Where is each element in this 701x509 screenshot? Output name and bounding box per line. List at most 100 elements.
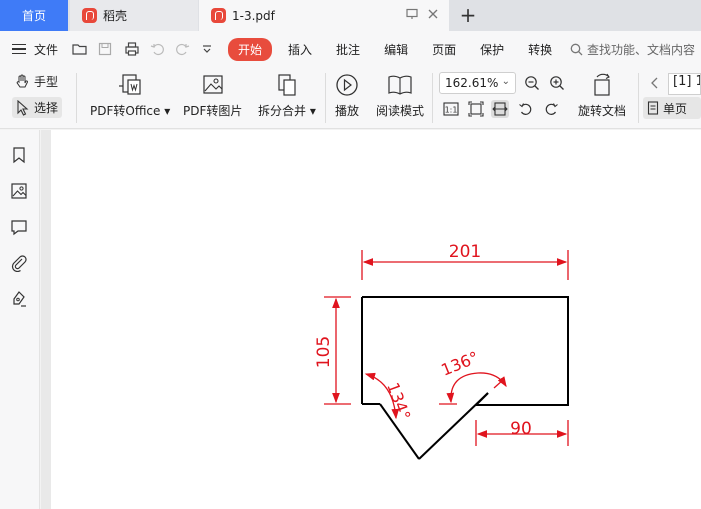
ribbon-divider [432, 73, 433, 123]
file-menu[interactable]: 文件 [34, 41, 58, 58]
previous-page-button[interactable] [646, 74, 664, 92]
chevron-left-icon [651, 77, 658, 89]
select-tool-button[interactable]: 选择 [12, 97, 63, 118]
tab-daoke-label: 稻壳 [103, 9, 128, 23]
fit-page-button[interactable] [467, 100, 485, 118]
angle-label-136: 136° [438, 348, 481, 380]
fit-page-icon [468, 101, 484, 117]
dim-label-90: 90 [510, 419, 532, 439]
left-sidebar [0, 130, 40, 509]
ribbon-divider [638, 73, 639, 123]
pdf-file-icon [211, 8, 226, 23]
close-tab-icon[interactable] [427, 8, 439, 24]
daoke-logo-icon [82, 8, 97, 23]
hand-tool-button[interactable]: 手型 [14, 73, 58, 90]
ribbon-divider [76, 73, 77, 123]
play-label: 播放 [334, 104, 359, 118]
tab-bar: 首页 稻壳 1-3.pdf + [0, 0, 701, 31]
actual-size-button[interactable]: 1:1 [442, 100, 460, 118]
tab-home-label: 首页 [21, 9, 46, 23]
redo-icon[interactable] [176, 42, 192, 56]
menu-protect[interactable]: 保护 [468, 41, 516, 58]
split-merge-icon [278, 74, 296, 96]
ribbon-toolbar: 手型 选择 PDF转Office ▾ PDF转图片 拆分合并 ▾ 播放 阅读模式… [0, 67, 701, 129]
open-folder-icon[interactable] [72, 42, 88, 56]
comment-icon[interactable] [10, 218, 28, 236]
split-merge-label: 拆分合并 ▾ [258, 104, 316, 118]
actual-size-icon: 1:1 [443, 102, 459, 116]
rotate-right-button[interactable] [542, 100, 560, 118]
fit-width-button[interactable] [491, 100, 509, 118]
quick-access-dropdown-icon[interactable] [202, 42, 218, 56]
signature-pen-icon[interactable] [10, 290, 28, 308]
undo-icon[interactable] [150, 42, 166, 56]
book-icon [388, 75, 412, 95]
single-page-icon [647, 101, 659, 115]
search-icon [570, 43, 583, 55]
zoom-out-button[interactable] [523, 74, 541, 92]
technical-drawing: 201 105 90 134° 136° [314, 242, 569, 460]
bookmark-icon[interactable] [10, 146, 28, 164]
pdf-to-office-text: PDF转Office [90, 104, 161, 118]
save-icon[interactable] [98, 42, 114, 56]
fit-width-icon [492, 102, 508, 116]
menu-annotate[interactable]: 批注 [324, 41, 372, 58]
single-page-button[interactable]: 单页 [643, 97, 701, 119]
hand-icon [16, 74, 28, 87]
page-number-input[interactable]: [1] 1 [668, 73, 701, 95]
search-box[interactable]: 查找功能、文档内容 [570, 41, 701, 58]
play-icon [336, 74, 358, 96]
rotate-document-label: 旋转文档 [578, 104, 627, 118]
tab-daoke[interactable]: 稻壳 [70, 0, 198, 31]
pdf-to-image-icon [203, 75, 223, 94]
dim-label-201: 201 [449, 242, 481, 262]
pdf-to-image-button[interactable]: PDF转图片 [183, 72, 242, 119]
chevron-down-icon: ⌄ [501, 76, 510, 87]
dimension-annotations [324, 250, 569, 446]
split-merge-text: 拆分合并 [258, 104, 307, 118]
tab-pdf-document[interactable]: 1-3.pdf [199, 0, 449, 31]
rotate-left-button[interactable] [517, 100, 535, 118]
cursor-arrow-icon [17, 99, 29, 116]
hand-tool-label: 手型 [34, 75, 59, 89]
menu-convert[interactable]: 转换 [516, 41, 564, 58]
hamburger-menu-icon[interactable] [12, 44, 26, 54]
menu-start[interactable]: 开始 [228, 37, 273, 61]
split-merge-button[interactable]: 拆分合并 ▾ [258, 72, 316, 119]
zoom-out-icon [525, 76, 539, 90]
play-button[interactable]: 播放 [334, 72, 360, 119]
select-tool-label: 选择 [34, 101, 59, 115]
menu-page[interactable]: 页面 [420, 41, 468, 58]
print-icon[interactable] [124, 42, 140, 56]
read-mode-label: 阅读模式 [376, 104, 425, 118]
part-outline [361, 296, 569, 460]
zoom-in-button[interactable] [548, 74, 566, 92]
ribbon-divider [325, 73, 326, 123]
new-tab-button[interactable]: + [458, 4, 478, 26]
pin-screen-icon[interactable] [406, 8, 418, 24]
menu-insert[interactable]: 插入 [276, 41, 324, 58]
rotate-right-icon [545, 103, 558, 115]
thumbnail-image-icon[interactable] [10, 182, 28, 200]
zoom-level-value: 162.61% [445, 76, 499, 90]
zoom-level-select[interactable]: 162.61% ⌄ [439, 72, 516, 94]
dim-label-105: 105 [314, 336, 334, 368]
attachment-paperclip-icon[interactable] [10, 254, 28, 273]
pdf-page: 201 105 90 134° 136° [51, 130, 701, 509]
tab-home[interactable]: 首页 [0, 0, 68, 31]
read-mode-button[interactable]: 阅读模式 [376, 72, 424, 119]
pdf-to-office-label: PDF转Office ▾ [90, 104, 171, 118]
rotate-document-button[interactable]: 旋转文档 [578, 72, 626, 119]
zoom-in-icon [550, 76, 564, 90]
menu-bar: 文件 开始 插入 批注 编辑 页面 保护 转换 查找功能、文档内容 [0, 31, 701, 67]
menu-edit[interactable]: 编辑 [372, 41, 420, 58]
single-page-label: 单页 [663, 101, 688, 116]
document-viewport[interactable]: 201 105 90 134° 136° [41, 130, 701, 509]
svg-text:1:1: 1:1 [445, 106, 458, 115]
pdf-to-image-label: PDF转图片 [183, 104, 243, 118]
dimension-labels: 201 105 90 134° 136° [314, 242, 532, 439]
rotate-left-icon [519, 103, 532, 115]
rotate-document-icon [594, 73, 610, 96]
pdf-to-office-button[interactable]: PDF转Office ▾ [90, 72, 170, 119]
pdf-to-office-icon [119, 74, 141, 95]
